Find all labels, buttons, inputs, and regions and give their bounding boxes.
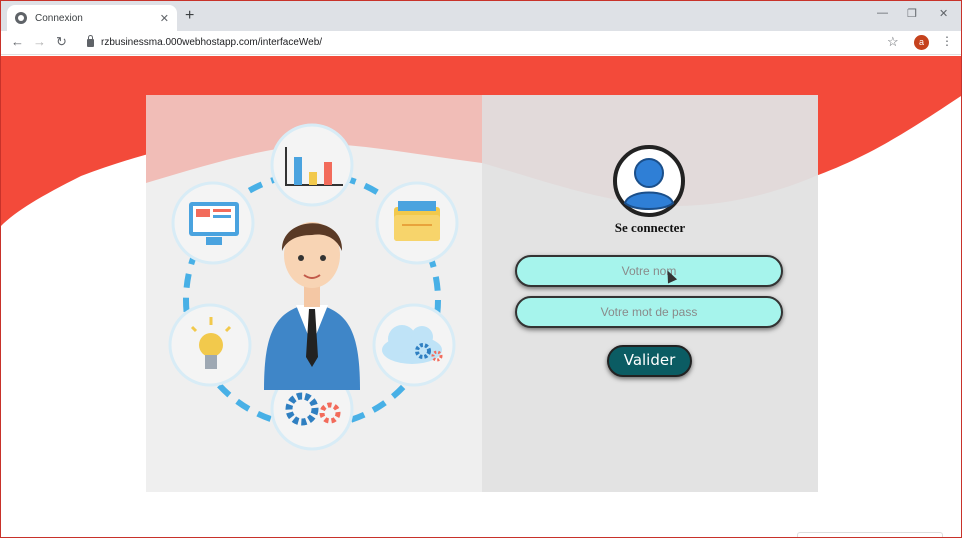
forward-button[interactable]: → bbox=[33, 34, 46, 50]
bookmark-star-icon[interactable]: ☆ bbox=[887, 34, 899, 50]
window-close-button[interactable]: ✕ bbox=[939, 7, 948, 20]
username-input[interactable] bbox=[515, 255, 783, 287]
chart-icon bbox=[270, 123, 354, 207]
user-avatar-icon bbox=[613, 145, 685, 217]
cloud-gear-icon bbox=[372, 303, 456, 387]
tab-title: Connexion bbox=[35, 12, 83, 24]
globe-icon bbox=[15, 12, 27, 24]
login-card: Se connecter Valider bbox=[146, 95, 818, 492]
hosting-badge bbox=[797, 532, 943, 537]
login-title: Se connecter bbox=[614, 220, 686, 235]
lock-icon bbox=[87, 34, 94, 47]
browser-window: Connexion ✕ + — ❐ ✕ ← → ↻ rzbusinessma.0… bbox=[0, 0, 962, 538]
back-button[interactable]: ← bbox=[11, 34, 24, 50]
minimize-button[interactable]: — bbox=[877, 7, 888, 19]
lightbulb-icon bbox=[168, 303, 252, 387]
businessman-illustration bbox=[264, 222, 360, 390]
folder-icon bbox=[375, 181, 459, 265]
browser-toolbar: ← → ↻ rzbusinessma.000webhostapp.com/int… bbox=[1, 31, 961, 55]
url-text: rzbusinessma.000webhostapp.com/interface… bbox=[101, 37, 323, 48]
monitor-icon bbox=[171, 181, 255, 265]
illustration-panel bbox=[146, 95, 482, 492]
new-tab-button[interactable]: + bbox=[185, 7, 194, 25]
tab-close-icon[interactable]: ✕ bbox=[160, 12, 169, 25]
address-bar[interactable]: rzbusinessma.000webhostapp.com/interface… bbox=[81, 33, 909, 52]
illustration-svg bbox=[146, 95, 482, 451]
tab-connexion[interactable]: Connexion ✕ bbox=[7, 5, 177, 31]
browser-menu-icon[interactable]: ⋮ bbox=[941, 34, 953, 48]
password-input[interactable] bbox=[515, 296, 783, 328]
profile-avatar[interactable]: a bbox=[914, 35, 929, 50]
reload-button[interactable]: ↻ bbox=[56, 34, 67, 50]
restore-button[interactable]: ❐ bbox=[907, 7, 917, 20]
page-content: Se connecter Valider bbox=[1, 56, 961, 537]
submit-button[interactable]: Valider bbox=[607, 345, 692, 377]
tab-strip: Connexion ✕ + — ❐ ✕ bbox=[1, 1, 961, 31]
